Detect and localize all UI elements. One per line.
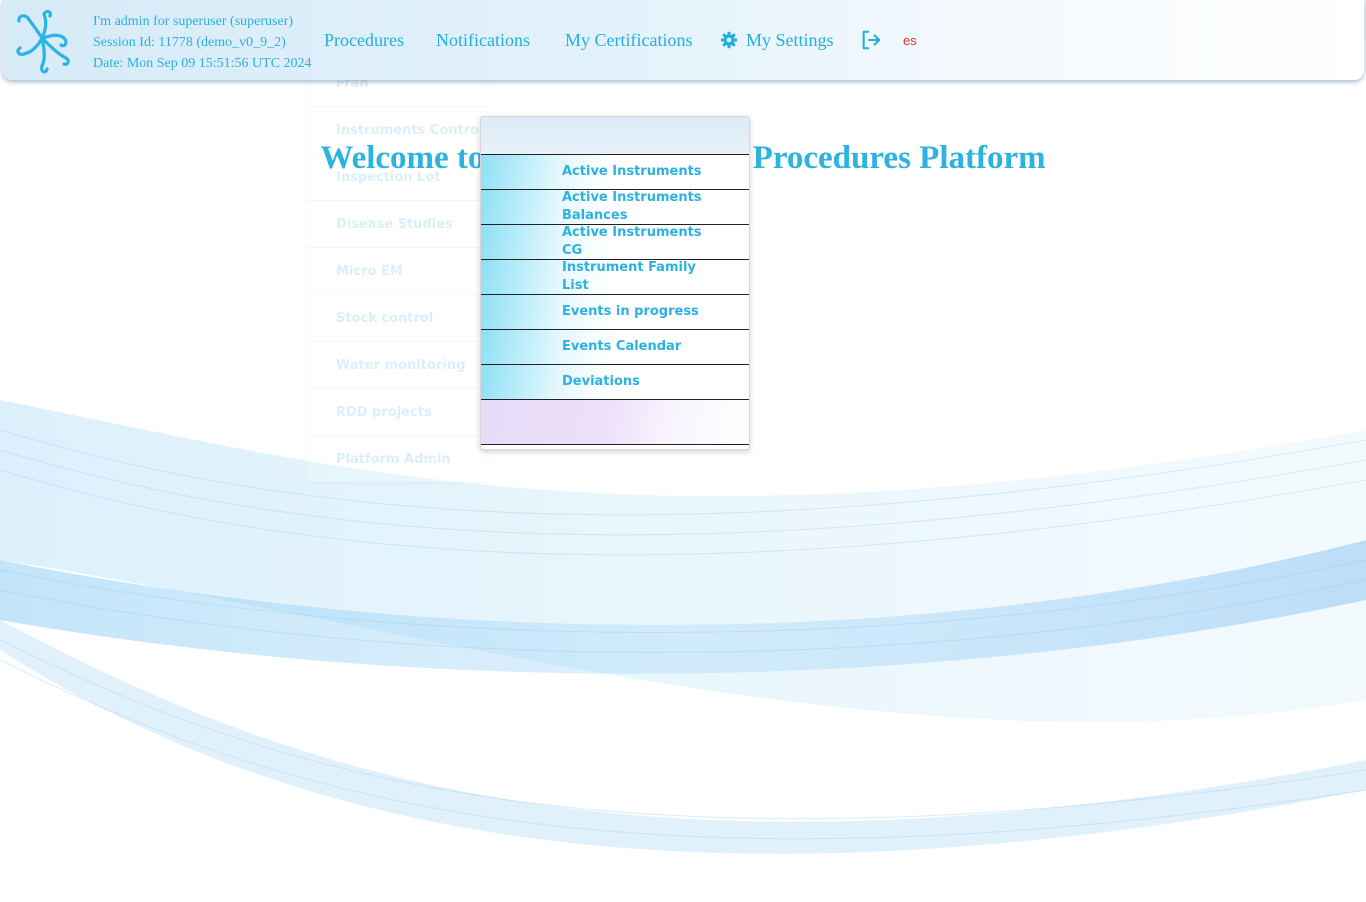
dropdown-item-label: Events Calendar: [562, 339, 682, 354]
top-header: I'm admin for superuser (superuser) Sess…: [2, 0, 1364, 80]
side-menu-item[interactable]: Stock control: [307, 295, 487, 342]
nav-procedures-label: Procedures: [324, 29, 404, 50]
page: Fran Instruments Control Inspection Lot …: [0, 0, 1366, 902]
nav-my-settings[interactable]: My Settings: [720, 0, 834, 80]
language-switch-link[interactable]: es: [903, 0, 917, 80]
dropdown-item-events-in-progress[interactable]: Events in progress: [481, 295, 749, 330]
dropdown-header: [481, 117, 749, 155]
session-info: I'm admin for superuser (superuser) Sess…: [93, 11, 312, 74]
nav-notifications-label: Notifications: [436, 29, 530, 50]
dropdown-item-label: Events in progress: [562, 304, 699, 319]
procedures-side-menu: Fran Instruments Control Inspection Lot …: [307, 60, 487, 483]
logout-button[interactable]: [860, 0, 882, 80]
side-menu-item[interactable]: Water monitoring: [307, 342, 487, 389]
nav-my-certifications-label: My Certifications: [565, 29, 693, 50]
dropdown-item-instrument-family-list[interactable]: Instrument Family List: [481, 260, 749, 295]
nav-my-settings-label: My Settings: [746, 29, 834, 50]
language-label: es: [903, 32, 917, 48]
dropdown-item-active-instruments-balances[interactable]: Active Instruments Balances: [481, 190, 749, 225]
session-id: Session Id: 11778 (demo_v0_9_2): [93, 35, 286, 50]
dropdown-item-active-instruments[interactable]: Active Instruments: [481, 155, 749, 190]
session-date: Date: Mon Sep 09 15:51:56 UTC 2024: [93, 56, 312, 71]
dropdown-item-label: Instrument Family List: [562, 260, 696, 293]
logout-icon: [862, 30, 881, 50]
nav-my-certifications[interactable]: My Certifications: [565, 0, 692, 80]
dropdown-item-deviations[interactable]: Deviations: [481, 365, 749, 400]
side-menu-item[interactable]: Disease Studies: [307, 201, 487, 248]
logo-icon[interactable]: [10, 8, 74, 76]
nav-procedures[interactable]: Procedures: [324, 0, 404, 80]
session-user: I'm admin for superuser (superuser): [93, 14, 294, 29]
dropdown-item-label: Active Instruments Balances: [562, 190, 702, 223]
gear-icon: [720, 31, 738, 49]
dropdown-item-active-instruments-cg[interactable]: Active Instruments CG: [481, 225, 749, 260]
dropdown-item-label: Active Instruments: [562, 164, 702, 179]
instruments-dropdown-menu: Active Instruments Active Instruments Ba…: [480, 116, 750, 450]
side-menu-item[interactable]: Platform Admin: [307, 436, 487, 483]
dropdown-item-label: Deviations: [562, 374, 640, 389]
side-menu-item[interactable]: Micro EM: [307, 248, 487, 295]
dropdown-footer: [481, 400, 749, 445]
dropdown-item-label: Active Instruments CG: [562, 225, 702, 258]
side-menu-item[interactable]: RDD projects: [307, 389, 487, 436]
nav-notifications[interactable]: Notifications: [436, 0, 530, 80]
dropdown-item-events-calendar[interactable]: Events Calendar: [481, 330, 749, 365]
